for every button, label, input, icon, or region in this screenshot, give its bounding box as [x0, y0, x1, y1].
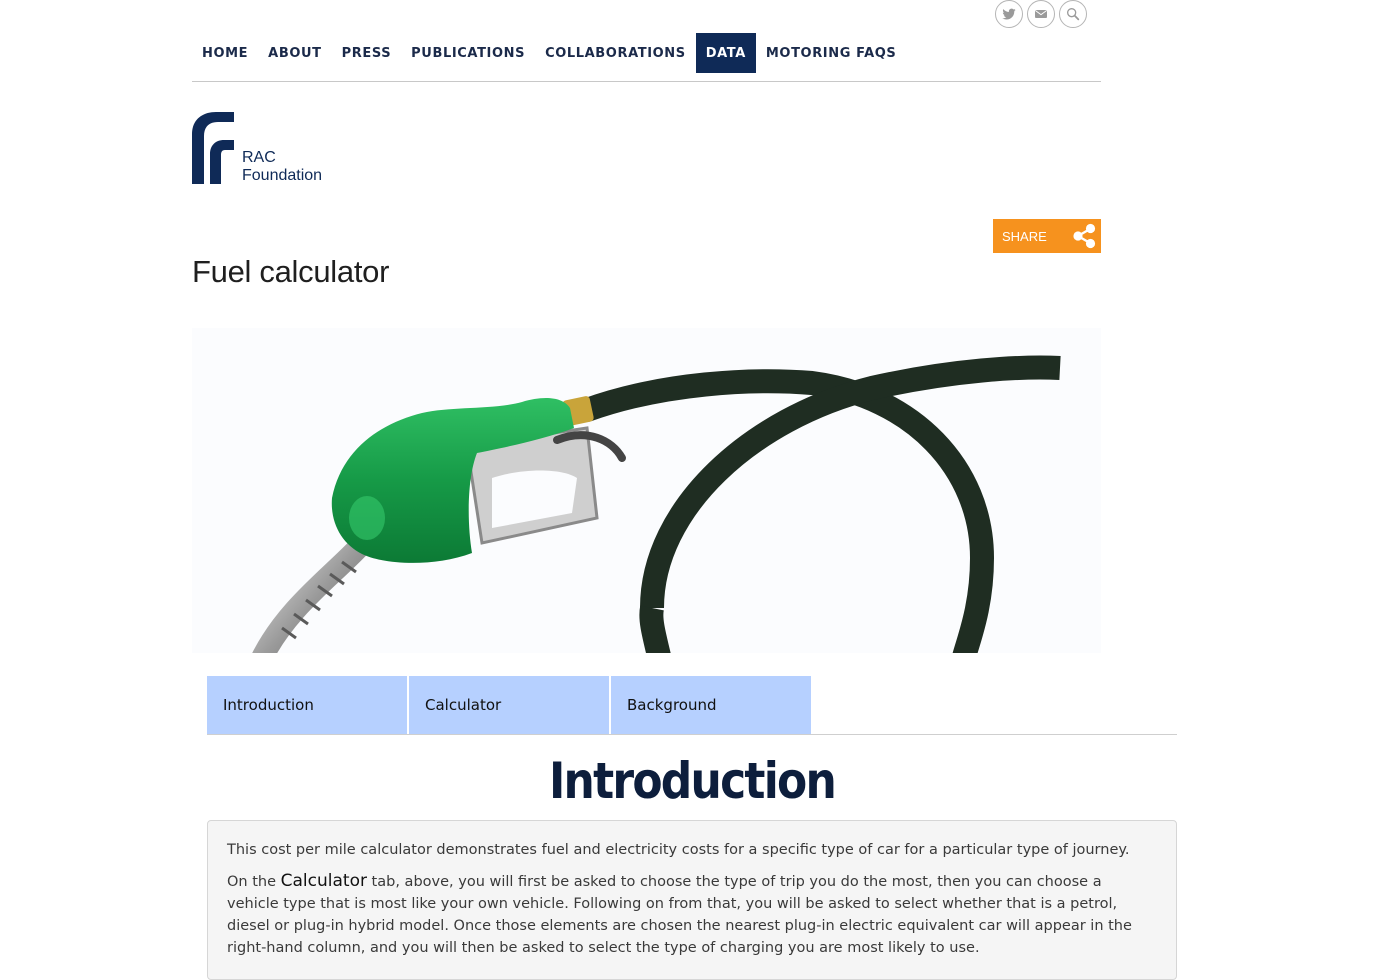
logo-wordmark: RAC Foundation	[242, 149, 322, 185]
nav-motoring-faqs[interactable]: MOTORING FAQS	[756, 33, 907, 73]
tabs-divider	[207, 734, 1177, 735]
main-nav: HOME ABOUT PRESS PUBLICATIONS COLLABORAT…	[192, 33, 906, 73]
introduction-panel: This cost per mile calculator demonstrat…	[207, 820, 1177, 980]
nav-home[interactable]: HOME	[192, 33, 258, 73]
share-button[interactable]: SHARE	[993, 219, 1101, 253]
share-icon	[1073, 223, 1096, 249]
intro-paragraph-1: This cost per mile calculator demonstrat…	[227, 842, 1130, 858]
logo-line-2: Foundation	[242, 167, 323, 184]
content-tabs: Introduction Calculator Background	[207, 676, 811, 734]
fuel-pump-nozzle-image	[192, 328, 1101, 653]
twitter-icon[interactable]	[995, 0, 1023, 28]
nav-divider	[192, 81, 1101, 82]
page-title: Fuel calculator	[192, 254, 390, 289]
intro-paragraph-2: On the Calculator tab, above, you will f…	[227, 870, 1157, 959]
nav-publications[interactable]: PUBLICATIONS	[401, 33, 535, 73]
calculator-emphasis: Calculator	[280, 871, 367, 891]
nav-press[interactable]: PRESS	[332, 33, 402, 73]
intro-para2-prefix: On the	[227, 874, 281, 890]
rac-foundation-logo[interactable]: RAC Foundation	[192, 112, 342, 187]
tab-introduction[interactable]: Introduction	[207, 676, 407, 734]
tab-background[interactable]: Background	[611, 676, 811, 734]
section-title: Introduction	[548, 752, 837, 810]
logo-line-1: RAC	[242, 149, 276, 166]
nav-collaborations[interactable]: COLLABORATIONS	[535, 33, 696, 73]
nav-about[interactable]: ABOUT	[258, 33, 331, 73]
share-label: SHARE	[1002, 228, 1047, 244]
nav-data[interactable]: DATA	[695, 33, 756, 73]
tab-calculator[interactable]: Calculator	[409, 676, 609, 734]
email-icon[interactable]	[1027, 0, 1055, 28]
rac-logo-mark	[192, 112, 234, 184]
social-links	[995, 0, 1087, 28]
search-icon[interactable]	[1059, 0, 1087, 28]
